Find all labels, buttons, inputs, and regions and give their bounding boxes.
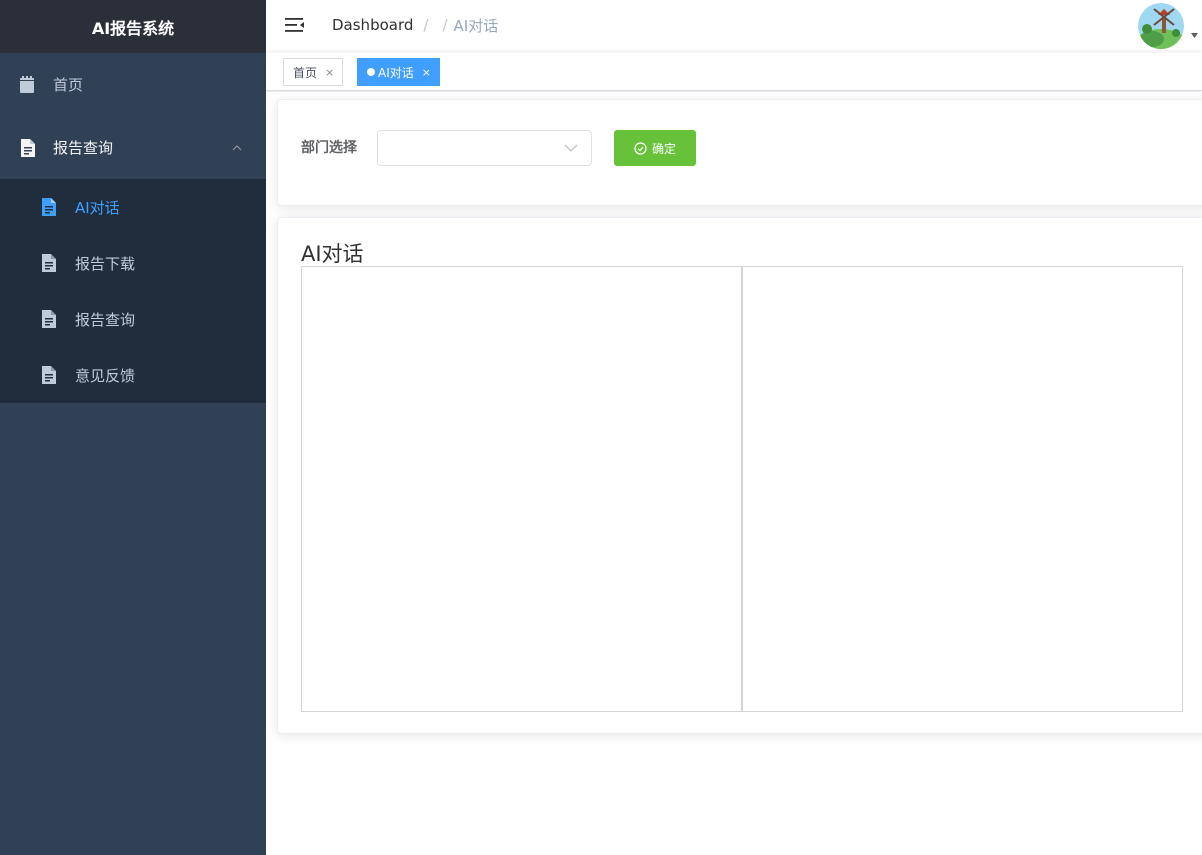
sidebar-item-label: AI对话 [75,198,120,217]
chat-card: AI对话 [277,217,1202,734]
sidebar-item-label: 报告查询 [75,310,136,329]
confirm-button[interactable]: 确定 [614,130,696,166]
tag-label: AI对话 [378,65,414,80]
filter-card: 部门选择 确定 [277,99,1202,206]
check-circle-icon [634,141,647,155]
confirm-label: 确定 [651,141,676,156]
avatar[interactable] [1138,3,1184,49]
department-select[interactable] [377,130,592,166]
breadcrumb-home[interactable]: Dashboard [332,16,413,34]
menu-fold-icon[interactable] [285,16,305,34]
chevron-up-icon [232,144,242,150]
sidebar-group-label: 报告查询 [53,139,114,157]
breadcrumb: Dashboard / / AI对话 [332,0,498,50]
app-logo: AI报告系统 [0,0,266,53]
document-icon [40,198,56,216]
breadcrumb-separator: / [423,16,429,34]
caret-down-icon[interactable] [1191,33,1198,38]
sidebar-item-ai-chat[interactable]: AI对话 [0,179,266,235]
sidebar-item-label: 报告下载 [75,254,136,273]
department-label: 部门选择 [301,140,357,156]
document-icon [40,254,56,272]
tags-view: 首页 × AI对话 × [266,53,1202,91]
sidebar-item-report-query[interactable]: 报告查询 [0,291,266,347]
navbar: Dashboard / / AI对话 [266,0,1202,50]
breadcrumb-separator: / [442,16,448,34]
breadcrumb-current: AI对话 [453,16,499,35]
active-dot-icon [367,68,375,76]
sidebar-group-report[interactable]: 报告查询 [0,116,266,179]
document-icon [40,366,56,384]
document-icon [40,310,56,328]
tag-label: 首页 [293,65,318,80]
sidebar-submenu: AI对话 报告下载 报告查询 意见反馈 [0,179,266,403]
document-icon [19,138,35,157]
dashboard-icon [19,75,35,94]
sidebar-item-feedback[interactable]: 意见反馈 [0,347,266,403]
app-main: 部门选择 确定 AI对话 [266,92,1202,855]
chat-pane-right[interactable] [742,266,1183,712]
close-icon[interactable]: × [325,66,334,79]
chevron-down-icon [564,144,578,152]
chat-title: AI对话 [301,242,364,266]
sidebar-item-report-download[interactable]: 报告下载 [0,235,266,291]
sidebar: AI报告系统 首页 报告查询 AI对话 报告下载 报告查询 意见反馈 [0,0,266,855]
chat-pane-left[interactable] [301,266,742,712]
sidebar-item-label: 意见反馈 [75,366,136,385]
sidebar-item-label: 首页 [53,76,84,94]
sidebar-item-home[interactable]: 首页 [0,53,266,116]
tag-home[interactable]: 首页 × [283,58,344,86]
close-icon[interactable]: × [422,66,431,79]
tag-ai-chat[interactable]: AI对话 × [357,58,440,86]
